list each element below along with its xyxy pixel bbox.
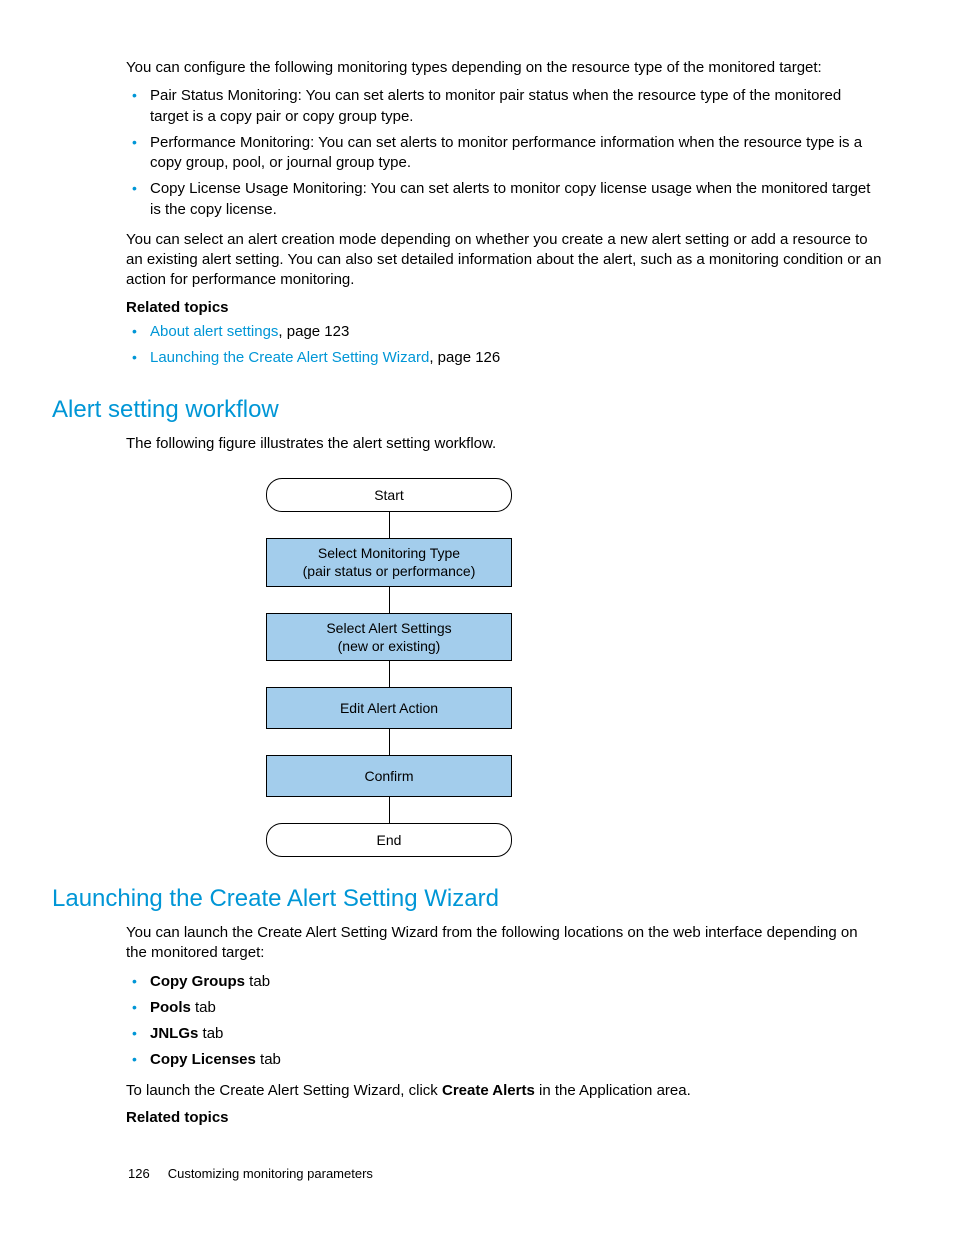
flow-start: Start [266, 478, 512, 512]
list-item: Pools tab [126, 998, 882, 1018]
workflow-para: The following figure illustrates the ale… [126, 434, 882, 454]
tab-suffix: tab [191, 999, 216, 1016]
footer-title: Customizing monitoring parameters [168, 1166, 373, 1181]
flow-end: End [266, 823, 512, 857]
flow-step-confirm: Confirm [266, 755, 512, 797]
launching-para-2: To launch the Create Alert Setting Wizar… [126, 1081, 882, 1101]
page-ref: , page 126 [429, 349, 500, 366]
text-fragment: in the Application area. [535, 1082, 691, 1099]
text-fragment: To launch the Create Alert Setting Wizar… [126, 1082, 442, 1099]
monitoring-types-list: Pair Status Monitoring: You can set aler… [126, 86, 882, 220]
intro-para-1: You can configure the following monitori… [126, 58, 882, 78]
page: You can configure the following monitori… [0, 0, 954, 1235]
list-item: Launching the Create Alert Setting Wizar… [126, 348, 882, 368]
intro-para-2: You can select an alert creation mode de… [126, 230, 882, 291]
list-item: Performance Monitoring: You can set aler… [126, 133, 882, 174]
page-ref: , page 123 [278, 323, 349, 340]
create-alerts-bold: Create Alerts [442, 1082, 535, 1099]
launching-section: You can launch the Create Alert Setting … [126, 923, 882, 1126]
related-topics-label: Related topics [126, 1109, 882, 1126]
tab-name: Copy Groups [150, 973, 245, 990]
tab-suffix: tab [198, 1025, 223, 1042]
list-item: JNLGs tab [126, 1024, 882, 1044]
flow-step-select-settings: Select Alert Settings (new or existing) [266, 613, 512, 661]
list-item: Pair Status Monitoring: You can set aler… [126, 86, 882, 127]
link-launching-wizard[interactable]: Launching the Create Alert Setting Wizar… [150, 349, 429, 366]
workflow-flowchart: Start Select Monitoring Type (pair statu… [266, 478, 512, 857]
heading-alert-setting-workflow: Alert setting workflow [52, 396, 882, 424]
link-about-alert-settings[interactable]: About alert settings [150, 323, 278, 340]
list-item: Copy Licenses tab [126, 1050, 882, 1070]
list-item: Copy License Usage Monitoring: You can s… [126, 179, 882, 220]
flow-connector [389, 512, 390, 538]
list-item: About alert settings, page 123 [126, 322, 882, 342]
tabs-list: Copy Groups tab Pools tab JNLGs tab Copy… [126, 972, 882, 1071]
workflow-section: The following figure illustrates the ale… [126, 434, 882, 857]
related-topics-list: About alert settings, page 123 Launching… [126, 322, 882, 369]
related-topics-label: Related topics [126, 299, 882, 316]
heading-launching-wizard: Launching the Create Alert Setting Wizar… [52, 885, 882, 913]
page-footer: 126 Customizing monitoring parameters [128, 1166, 373, 1181]
flow-connector [389, 587, 390, 613]
tab-name: JNLGs [150, 1025, 198, 1042]
flow-step-select-type: Select Monitoring Type (pair status or p… [266, 538, 512, 586]
tab-suffix: tab [256, 1051, 281, 1068]
page-number: 126 [128, 1166, 150, 1181]
flow-step-edit-action: Edit Alert Action [266, 687, 512, 729]
flow-connector [389, 797, 390, 823]
tab-suffix: tab [245, 973, 270, 990]
tab-name: Copy Licenses [150, 1051, 256, 1068]
flow-connector [389, 729, 390, 755]
tab-name: Pools [150, 999, 191, 1016]
flow-connector [389, 661, 390, 687]
intro-section: You can configure the following monitori… [126, 58, 882, 368]
list-item: Copy Groups tab [126, 972, 882, 992]
launching-para-1: You can launch the Create Alert Setting … [126, 923, 882, 964]
